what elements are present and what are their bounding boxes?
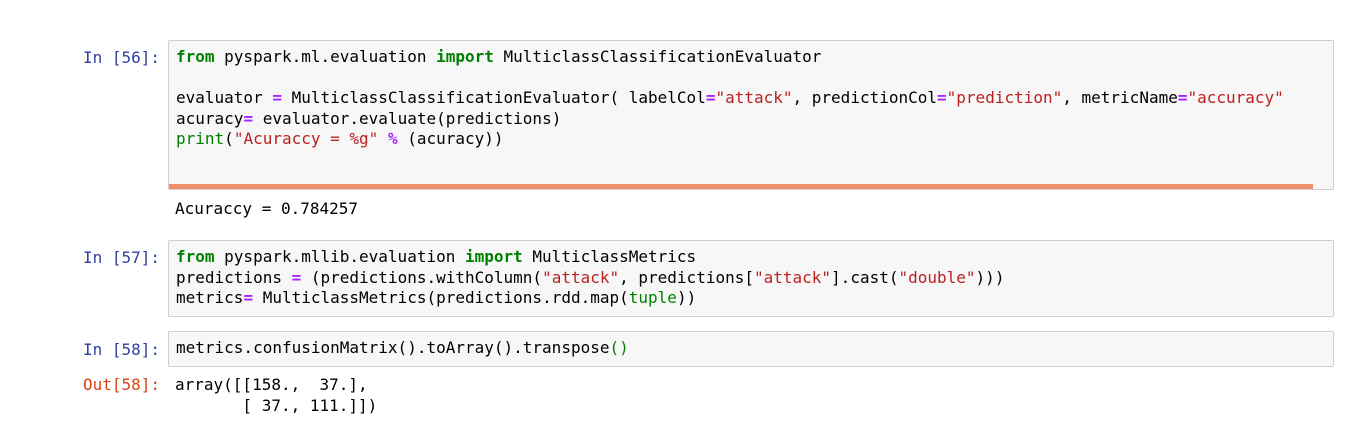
notebook: In [56]: from pyspark.ml.evaluation impo… bbox=[0, 0, 1372, 429]
code-token: print bbox=[176, 129, 225, 148]
code-token: predictions bbox=[176, 267, 292, 287]
code-token: "double" bbox=[898, 267, 976, 287]
code-token: ].cast( bbox=[831, 267, 899, 287]
cell-output: Acuraccy = 0.784257 bbox=[175, 199, 359, 218]
code-text[interactable]: from pyspark.ml.evaluation import Multic… bbox=[169, 41, 1333, 150]
code-text[interactable]: from pyspark.mllib.evaluation import Mul… bbox=[169, 241, 1333, 309]
code-token: , predictionCol bbox=[792, 88, 938, 107]
cell-output: array([[158., 37.], [ 37., 111.]]) bbox=[175, 375, 378, 415]
code-token: "Acuraccy = %g" bbox=[233, 129, 379, 148]
code-token: = bbox=[705, 88, 716, 107]
code-token: , predictions[ bbox=[619, 267, 754, 287]
code-token: , metricName bbox=[1062, 88, 1178, 107]
code-token: tuple bbox=[628, 288, 677, 307]
code-text[interactable]: metrics.confusionMatrix().toArray().tran… bbox=[169, 332, 1333, 359]
code-token: from bbox=[176, 47, 215, 66]
code-token: "attack" bbox=[715, 88, 793, 107]
code-token: pyspark.ml.evaluation bbox=[214, 47, 437, 66]
code-token: "attack" bbox=[542, 267, 620, 287]
code-token: = bbox=[272, 88, 282, 107]
input-prompt: In [58]: bbox=[82, 340, 160, 359]
code-token: pyspark.mllib.evaluation bbox=[214, 247, 465, 266]
code-token: evaluator.evaluate(predictions) bbox=[253, 108, 562, 128]
code-token: % bbox=[387, 129, 398, 148]
code-token: MulticlassClassificationEvaluator bbox=[493, 47, 822, 66]
code-token: = bbox=[291, 267, 302, 287]
code-token: import bbox=[464, 247, 523, 266]
code-token: metrics bbox=[176, 288, 244, 307]
code-token: (predictions.withColumn( bbox=[301, 267, 543, 287]
code-token: () bbox=[609, 338, 629, 357]
code-editor[interactable]: from pyspark.mllib.evaluation import Mul… bbox=[168, 240, 1334, 317]
code-token: )) bbox=[676, 288, 697, 307]
code-token: import bbox=[436, 47, 494, 66]
code-token: metrics.confusionMatrix().toArray().tran… bbox=[176, 338, 610, 357]
code-token: from bbox=[176, 247, 215, 266]
code-token: = bbox=[937, 88, 947, 107]
code-token: ( bbox=[224, 129, 234, 148]
code-token: "attack" bbox=[753, 267, 832, 287]
code-token: = bbox=[243, 288, 254, 307]
code-token: acuracy bbox=[176, 108, 244, 128]
code-editor[interactable]: from pyspark.ml.evaluation import Multic… bbox=[168, 40, 1334, 190]
input-prompt: In [57]: bbox=[82, 248, 160, 267]
code-token: evaluator bbox=[176, 88, 273, 107]
input-prompt: In [56]: bbox=[82, 48, 160, 67]
code-token: = bbox=[243, 108, 254, 128]
output-prompt: Out[58]: bbox=[82, 375, 160, 394]
code-token: ))) bbox=[975, 267, 1005, 287]
code-token: "accuracy" bbox=[1187, 88, 1284, 107]
page-scrollbar[interactable] bbox=[1362, 0, 1372, 429]
code-token: "prediction" bbox=[946, 88, 1063, 107]
code-editor[interactable]: metrics.confusionMatrix().toArray().tran… bbox=[168, 331, 1334, 367]
code-token: MulticlassClassificationEvaluator( label… bbox=[281, 88, 706, 107]
code-token: MulticlassMetrics bbox=[522, 247, 697, 266]
code-token: MulticlassMetrics(predictions.rdd.map( bbox=[253, 288, 629, 307]
code-token: (acuracy)) bbox=[397, 129, 504, 148]
horizontal-scrollbar[interactable] bbox=[169, 184, 1313, 189]
